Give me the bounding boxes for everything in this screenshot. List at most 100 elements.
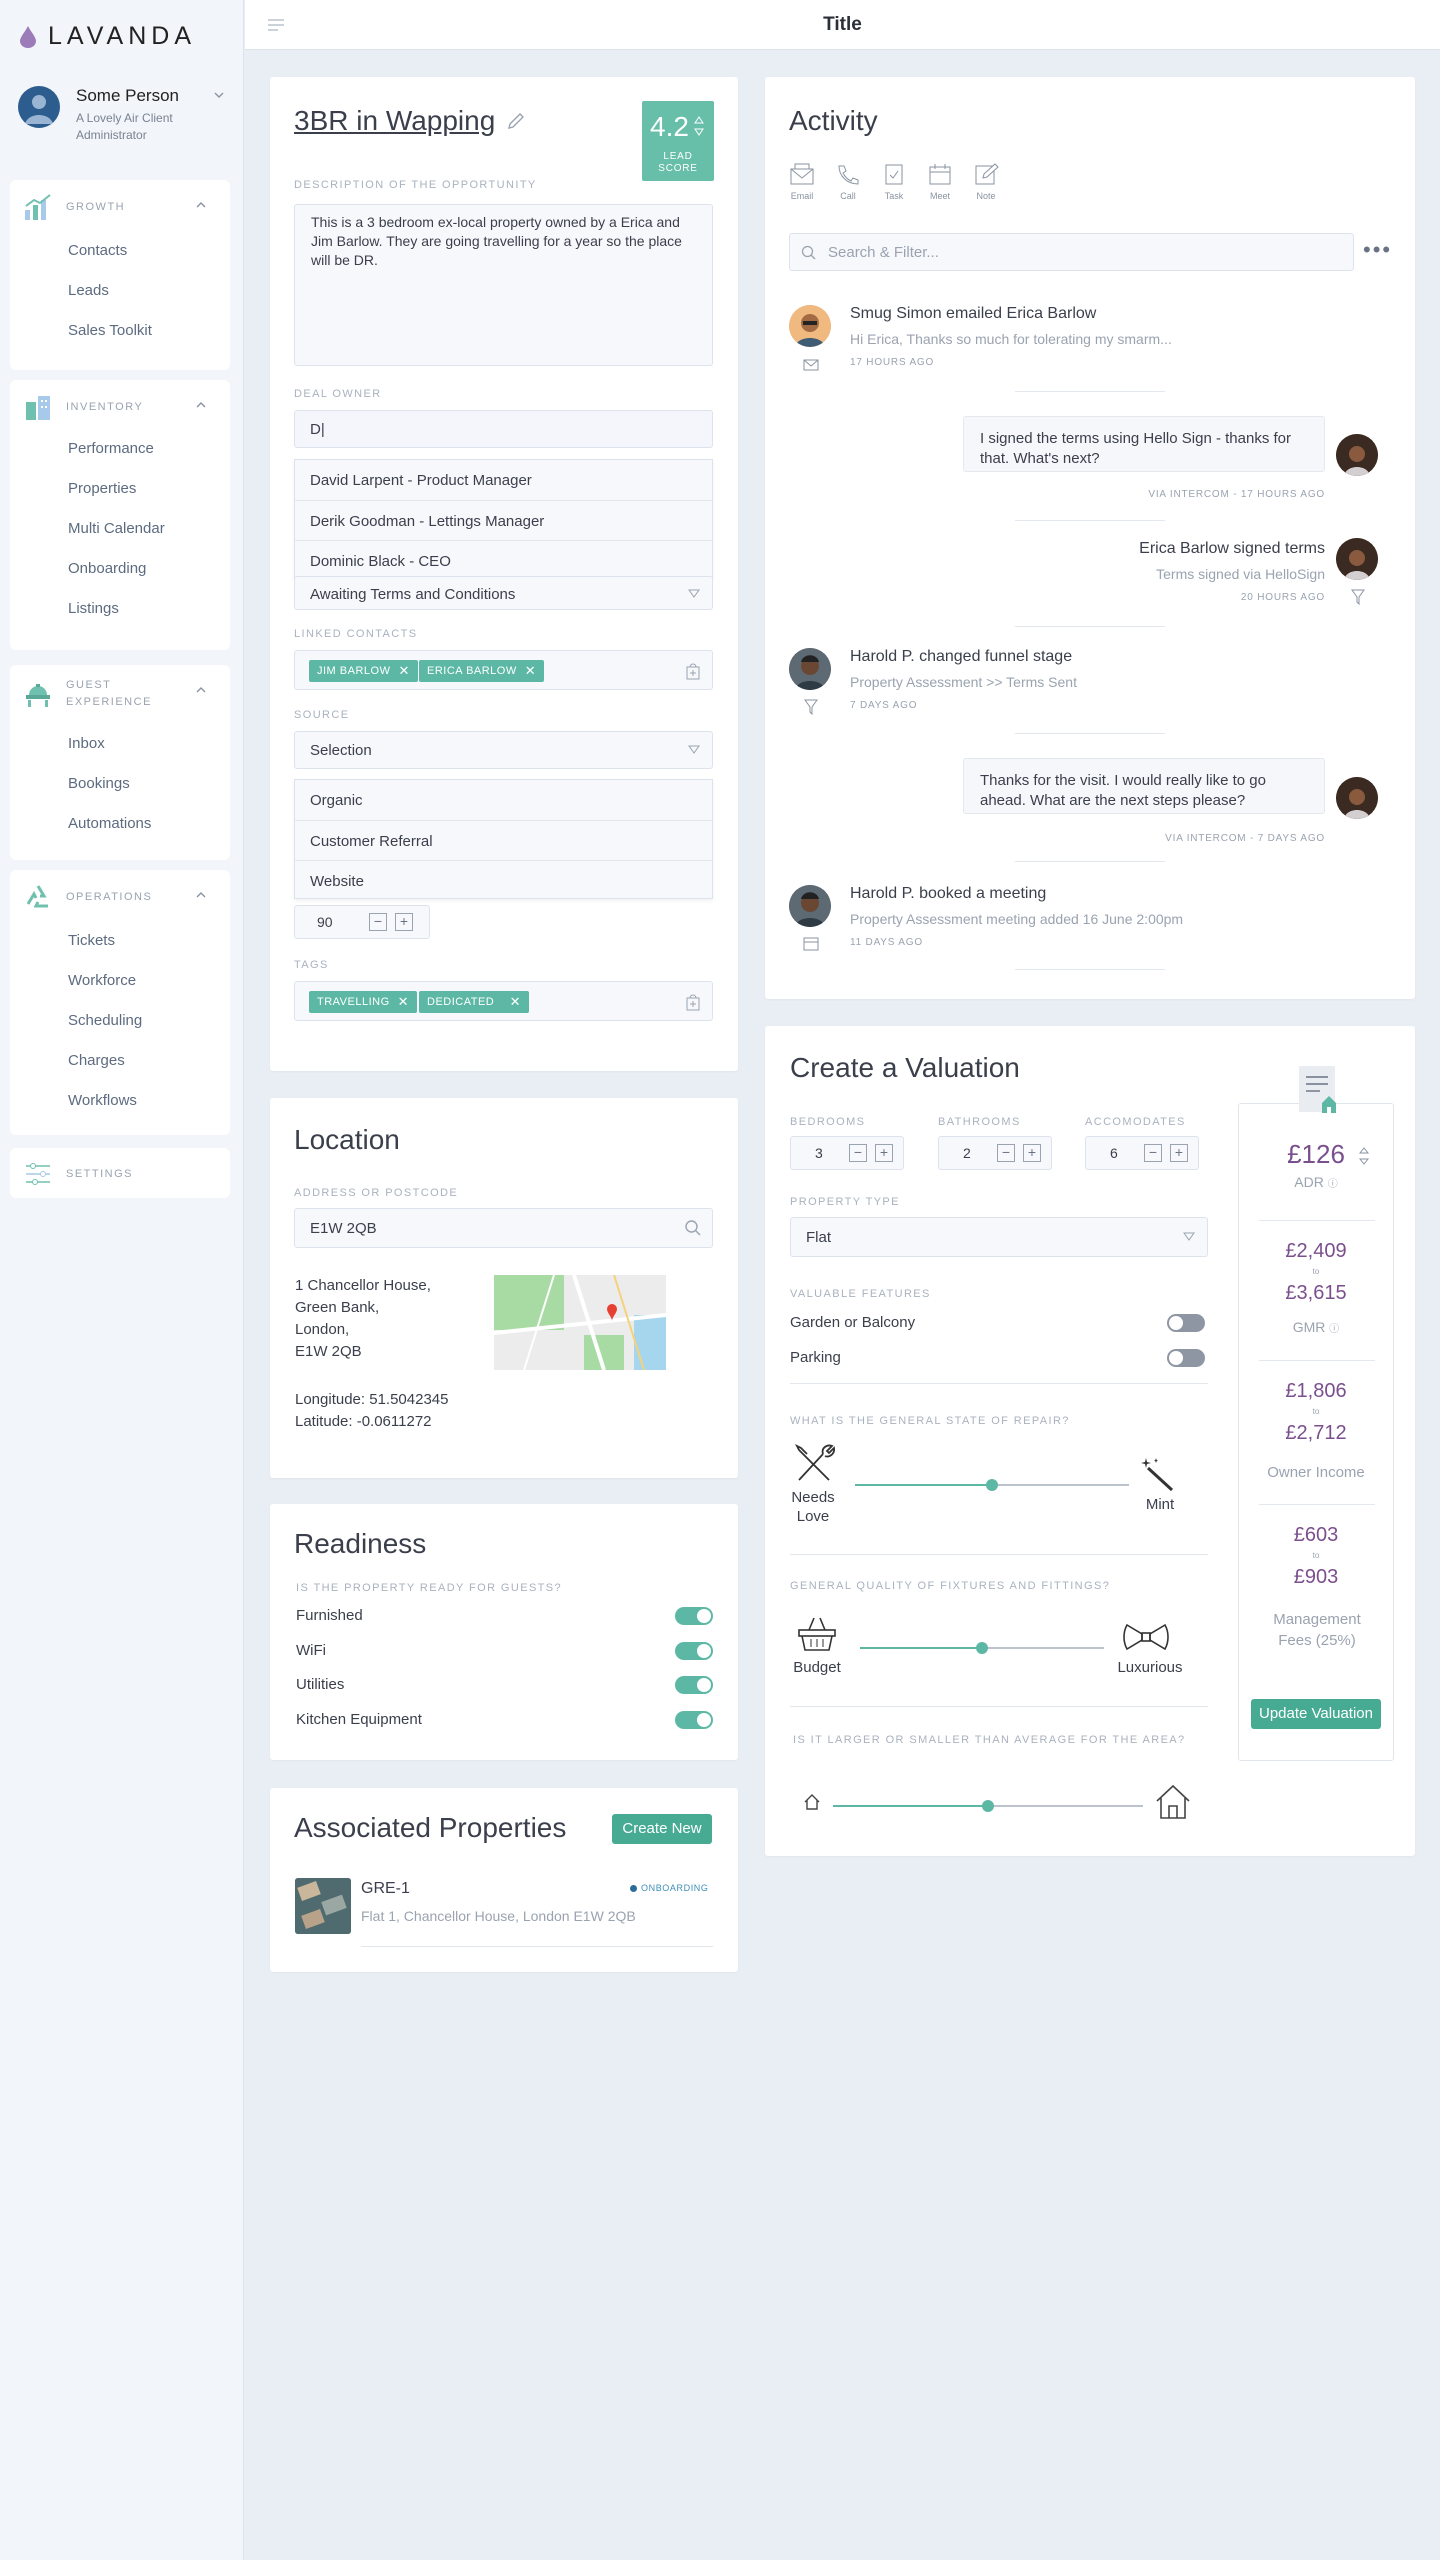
garden-toggle[interactable] (1167, 1314, 1205, 1332)
avatar[interactable] (789, 305, 831, 347)
property-thumbnail[interactable] (295, 1878, 351, 1934)
dropdown-option[interactable]: Customer Referral (295, 820, 712, 860)
activity-title[interactable]: Harold P. changed funnel stage (850, 648, 1072, 666)
sidebar-item-multi-calendar[interactable]: Multi Calendar (68, 520, 165, 537)
postcode-input[interactable]: E1W 2QB (294, 1208, 713, 1248)
avatar[interactable] (1336, 434, 1378, 476)
chevron-up-icon[interactable] (196, 402, 206, 408)
decrement-button[interactable]: − (849, 1144, 867, 1162)
chevron-up-icon[interactable] (196, 687, 206, 693)
call-action[interactable]: Call (835, 163, 865, 203)
sidebar-item-automations[interactable]: Automations (68, 815, 151, 832)
tag-chip[interactable]: TRAVELLING ✕ (309, 991, 418, 1013)
furnished-toggle[interactable] (675, 1607, 713, 1625)
repair-slider[interactable] (855, 1479, 1129, 1491)
sidebar-item-leads[interactable]: Leads (68, 282, 109, 299)
avatar[interactable] (789, 885, 831, 927)
search-icon[interactable] (684, 1219, 702, 1237)
tag-chip[interactable]: DEDICATED ✕ (419, 991, 529, 1013)
slider-handle[interactable] (982, 1800, 994, 1812)
add-contact-icon[interactable] (684, 660, 702, 680)
nav-header-inventory[interactable]: INVENTORY (24, 394, 156, 420)
lead-score-badge[interactable]: 4.2 LEAD SCORE (642, 101, 714, 181)
sidebar-item-onboarding[interactable]: Onboarding (68, 560, 146, 577)
chevron-up-icon[interactable] (196, 202, 206, 208)
nav-header-operations[interactable]: OPERATIONS (24, 884, 156, 910)
more-options-icon[interactable]: ••• (1363, 239, 1392, 261)
remove-icon[interactable]: ✕ (398, 663, 409, 679)
dropdown-option[interactable]: Dominic Black - CEO (295, 540, 712, 580)
info-icon[interactable]: ⓘ (1329, 1324, 1339, 1335)
create-new-button[interactable]: Create New (612, 1814, 712, 1844)
remove-icon[interactable]: ✕ (398, 994, 409, 1010)
sidebar-item-properties[interactable]: Properties (68, 480, 136, 497)
chevron-up-icon[interactable] (196, 892, 206, 898)
size-slider[interactable] (833, 1800, 1143, 1812)
activity-title[interactable]: Smug Simon emailed Erica Barlow (850, 305, 1096, 323)
logo[interactable]: LAVANDA (20, 22, 196, 51)
decrement-button[interactable]: − (369, 913, 387, 931)
quality-slider[interactable] (860, 1642, 1104, 1654)
remove-icon[interactable]: ✕ (525, 663, 536, 679)
dropdown-option[interactable]: Derik Goodman - Lettings Manager (295, 500, 712, 540)
tags-field[interactable]: TRAVELLING ✕ DEDICATED ✕ (294, 981, 713, 1021)
sidebar-item-tickets[interactable]: Tickets (68, 932, 115, 949)
avatar[interactable] (789, 648, 831, 690)
deal-owner-input[interactable]: D| (294, 410, 713, 448)
sort-arrows-icon[interactable] (1359, 1146, 1369, 1166)
nav-settings[interactable]: SETTINGS (10, 1148, 230, 1198)
sidebar-item-workflows[interactable]: Workflows (68, 1092, 137, 1109)
task-action[interactable]: Task (881, 163, 911, 203)
sidebar-item-bookings[interactable]: Bookings (68, 775, 130, 792)
increment-button[interactable]: + (395, 913, 413, 931)
sidebar-item-sales-toolkit[interactable]: Sales Toolkit (68, 322, 152, 339)
dropdown-option[interactable]: Website (295, 860, 712, 900)
kitchen-equipment-toggle[interactable] (675, 1711, 713, 1729)
user-menu[interactable]: Some Person A Lovely Air Client Administr… (18, 86, 228, 146)
sort-arrows-icon[interactable] (694, 115, 704, 137)
remove-icon[interactable]: ✕ (510, 994, 521, 1010)
email-action[interactable]: Email (789, 163, 819, 203)
nav-header-growth[interactable]: GROWTH (24, 194, 156, 220)
decrement-button[interactable]: − (1144, 1144, 1162, 1162)
slider-handle[interactable] (986, 1479, 998, 1491)
increment-button[interactable]: + (1023, 1144, 1041, 1162)
sidebar-item-inbox[interactable]: Inbox (68, 735, 105, 752)
parking-toggle[interactable] (1167, 1349, 1205, 1367)
utilities-toggle[interactable] (675, 1676, 713, 1694)
edit-pencil-icon[interactable] (506, 111, 526, 131)
score-stepper[interactable]: 90 − + (294, 905, 430, 939)
sidebar-item-scheduling[interactable]: Scheduling (68, 1012, 142, 1029)
accomodates-stepper[interactable]: 6 − + (1085, 1136, 1199, 1170)
add-tag-icon[interactable] (684, 991, 702, 1011)
meet-action[interactable]: Meet (927, 163, 957, 203)
increment-button[interactable]: + (875, 1144, 893, 1162)
slider-handle[interactable] (976, 1642, 988, 1654)
settings-link[interactable]: SETTINGS (24, 1162, 156, 1186)
stage-select[interactable]: Awaiting Terms and Conditions (294, 576, 713, 610)
avatar[interactable] (1336, 538, 1378, 580)
activity-title[interactable]: Harold P. booked a meeting (850, 885, 1046, 903)
activity-search-input[interactable]: Search & Filter... (789, 233, 1354, 271)
bedrooms-stepper[interactable]: 3 − + (790, 1136, 904, 1170)
bathrooms-stepper[interactable]: 2 − + (938, 1136, 1052, 1170)
info-icon[interactable]: ⓘ (1328, 1179, 1338, 1190)
sidebar-item-contacts[interactable]: Contacts (68, 242, 127, 259)
contact-chip[interactable]: ERICA BARLOW ✕ (419, 660, 545, 682)
linked-contacts-field[interactable]: JIM BARLOW ✕ ERICA BARLOW ✕ (294, 650, 713, 690)
update-valuation-button[interactable]: Update Valuation (1251, 1699, 1381, 1729)
nav-header-guest-experience[interactable]: GUEST EXPERIENCE (24, 677, 156, 711)
property-code[interactable]: GRE-1 (361, 1880, 410, 1898)
location-map[interactable] (494, 1275, 666, 1370)
sidebar-item-performance[interactable]: Performance (68, 440, 154, 457)
avatar[interactable] (1336, 777, 1378, 819)
contact-chip[interactable]: JIM BARLOW ✕ (309, 660, 418, 682)
dropdown-option[interactable]: David Larpent - Product Manager (295, 460, 712, 500)
activity-title[interactable]: Erica Barlow signed terms (965, 540, 1325, 558)
dropdown-option[interactable]: Organic (295, 780, 712, 820)
decrement-button[interactable]: − (997, 1144, 1015, 1162)
sidebar-item-listings[interactable]: Listings (68, 600, 119, 617)
sidebar-item-workforce[interactable]: Workforce (68, 972, 136, 989)
chevron-down-icon[interactable] (214, 92, 224, 98)
deal-title[interactable]: 3BR in Wapping (294, 105, 495, 137)
